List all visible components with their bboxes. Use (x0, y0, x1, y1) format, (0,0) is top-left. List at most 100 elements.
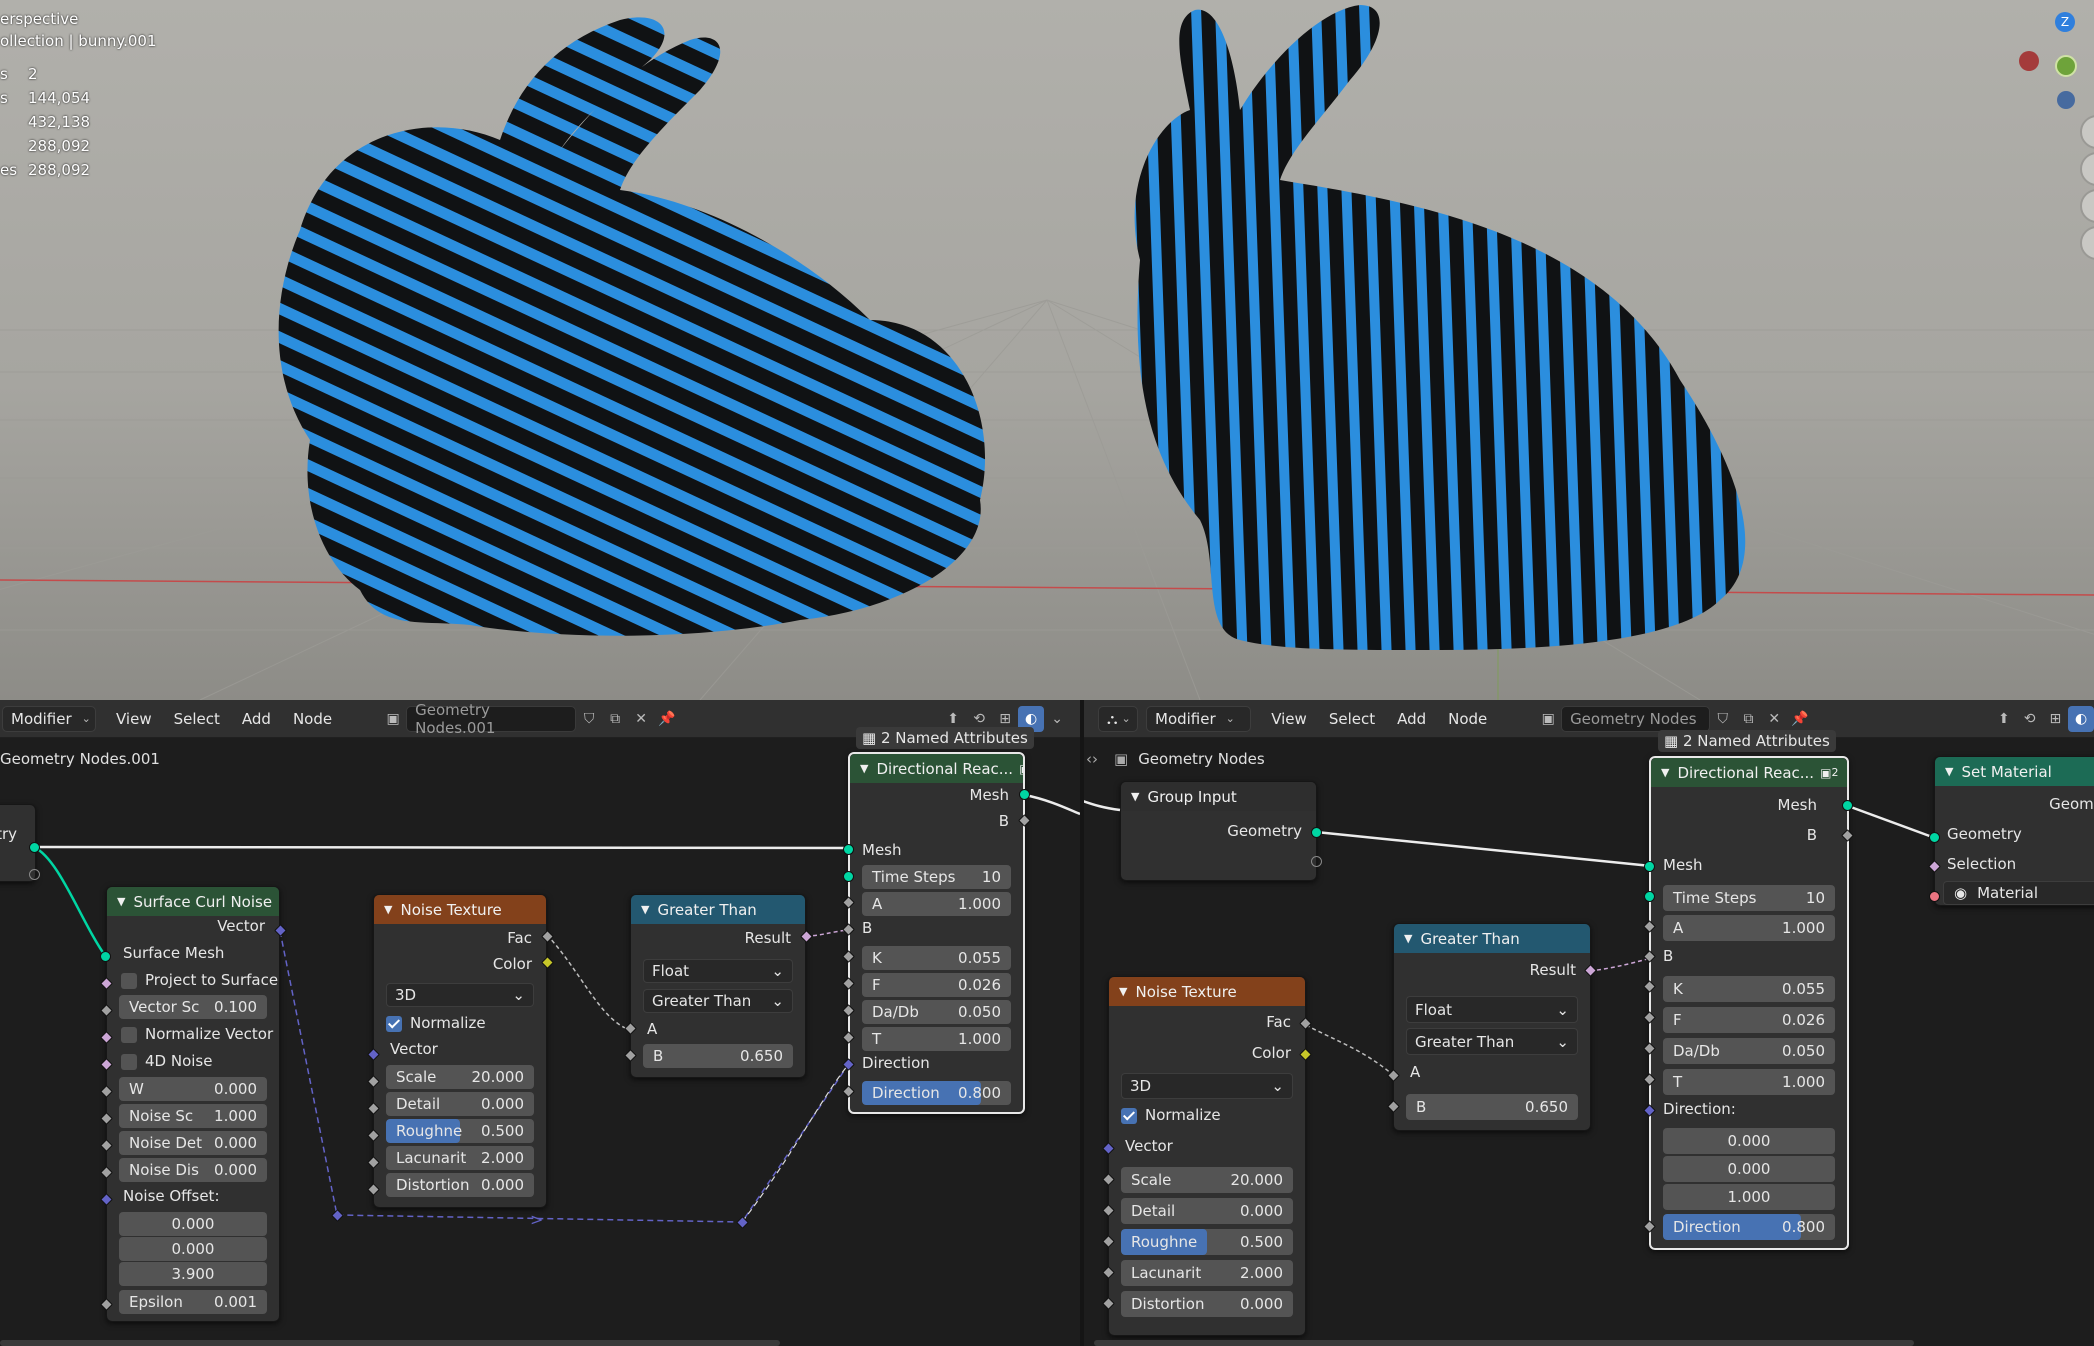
directional-reaction-node[interactable]: ▼Directional Reac...▣2 Mesh B Mesh Time … (1649, 756, 1849, 1250)
distortion-field[interactable]: Distortion 0.000 (1121, 1291, 1293, 1317)
menu-select[interactable]: Select (1329, 710, 1375, 728)
detail-field[interactable]: Detail 0.000 (386, 1092, 534, 1116)
k-field[interactable]: K 0.055 (1663, 976, 1835, 1002)
greater-than-node[interactable]: ▼ Greater Than Result Float ⌄ Greater Than… (630, 894, 806, 1078)
surface-mesh-socket[interactable] (100, 951, 111, 962)
detail-field[interactable]: Detail 0.000 (1121, 1198, 1293, 1224)
link-icon[interactable]: ⟲ (2017, 706, 2043, 732)
node-tree-icon[interactable]: ▣ (380, 706, 406, 732)
lacunarity-field[interactable]: Lacunarit 2.000 (386, 1146, 534, 1170)
dadb-field[interactable]: Da/Db 0.050 (1663, 1038, 1835, 1064)
surface-curl-noise-node[interactable]: ▼ Surface Curl Noise Vector Surface Mesh … (106, 886, 280, 1322)
dimensions-dropdown[interactable]: 3D ⌄ (386, 983, 534, 1007)
fake-user-icon[interactable]: ⛉ (1710, 706, 1736, 732)
normalize-checkbox[interactable] (386, 1015, 402, 1032)
offset-y-field[interactable]: 0.000 (119, 1237, 267, 1261)
directional-reaction-node[interactable]: ▼Directional Reac...▣2 Mesh B Mesh Time … (848, 752, 1025, 1114)
roughness-field[interactable]: Roughne 0.500 (1121, 1229, 1293, 1255)
menu-add[interactable]: Add (1397, 710, 1426, 728)
node-header[interactable]: ▼ Noise Texture (374, 895, 546, 924)
offset-x-field[interactable]: 0.000 (119, 1212, 267, 1236)
duplicate-icon[interactable]: ⧉ (602, 706, 628, 732)
greater-than-node[interactable]: ▼ Greater Than Result Float ⌄ Greater Than… (1393, 923, 1591, 1131)
roughness-field[interactable]: Roughne 0.500 (386, 1119, 534, 1143)
noise-distortion-field[interactable]: Noise Dis 0.000 (119, 1158, 267, 1182)
scale-field[interactable]: Scale 20.000 (1121, 1167, 1293, 1193)
time-steps-field[interactable]: Time Steps 10 (862, 865, 1011, 889)
mesh-output-socket[interactable] (1842, 800, 1853, 811)
z-neg-axis-icon[interactable] (2057, 91, 2075, 109)
node-header[interactable]: ▼ Directional Reac... ▣2 (1651, 758, 1847, 787)
normalize-checkbox-row[interactable]: Normalize (386, 1014, 486, 1032)
dimensions-dropdown[interactable]: 3D ⌄ (1121, 1073, 1293, 1099)
pin-icon[interactable]: 📌 (654, 706, 680, 732)
duplicate-icon[interactable]: ⧉ (1736, 706, 1762, 732)
distortion-field[interactable]: Distortion 0.000 (386, 1173, 534, 1197)
horizontal-scrollbar[interactable] (1094, 1340, 1914, 1346)
normalize-checkbox[interactable] (121, 1026, 137, 1043)
node-header[interactable]: ▼ Set Material (1935, 757, 2094, 786)
mesh-input-socket[interactable] (843, 844, 854, 855)
mesh-input-socket[interactable] (1644, 861, 1655, 872)
node-header[interactable]: ▼ Noise Texture (1109, 977, 1305, 1006)
menu-node[interactable]: Node (293, 710, 332, 728)
empty-socket[interactable] (29, 869, 40, 880)
operation-dropdown[interactable]: Greater Than ⌄ (1406, 1028, 1578, 1055)
a-field[interactable]: A 1.000 (1663, 915, 1835, 941)
snap-icon[interactable]: ⊞ (2042, 706, 2068, 732)
collapse-icon[interactable]: ▼ (384, 903, 392, 916)
offset-z-field[interactable]: 3.900 (119, 1262, 267, 1286)
time-steps-field[interactable]: Time Steps 10 (1663, 885, 1835, 911)
menu-view[interactable]: View (116, 710, 152, 728)
noise4d-checkbox[interactable] (121, 1053, 137, 1070)
operation-dropdown[interactable]: Greater Than ⌄ (643, 989, 793, 1013)
data-type-dropdown[interactable]: Float ⌄ (643, 959, 793, 983)
t-field[interactable]: T 1.000 (1663, 1069, 1835, 1095)
noise-detail-field[interactable]: Noise Det 0.000 (119, 1131, 267, 1155)
bunny-left[interactable] (278, 17, 986, 636)
noise-scale-field[interactable]: Noise Sc 1.000 (119, 1104, 267, 1128)
parent-icon[interactable]: ⬆ (1991, 706, 2017, 732)
geometry-input-socket[interactable] (1929, 832, 1940, 843)
k-field[interactable]: K 0.055 (862, 946, 1011, 970)
f-field[interactable]: F 0.026 (862, 973, 1011, 997)
dadb-field[interactable]: Da/Db 0.050 (862, 1000, 1011, 1024)
scale-field[interactable]: Scale 20.000 (386, 1065, 534, 1089)
node-tree-field[interactable]: Geometry Nodes.001 (406, 701, 577, 737)
b-field[interactable]: B 0.650 (643, 1044, 793, 1068)
reroute-socket[interactable] (736, 1216, 749, 1229)
fake-user-icon[interactable]: ⛉ (576, 706, 602, 732)
close-icon[interactable]: ✕ (1761, 706, 1787, 732)
collapse-icon[interactable]: ▼ (1131, 790, 1139, 803)
mode-dropdown[interactable]: Modifier ⌄ (2, 705, 96, 732)
node-editor-left[interactable]: Modifier ⌄ View Select Add Node ▣ Geometr… (0, 700, 1080, 1346)
collapse-icon[interactable]: ▼ (1119, 985, 1127, 998)
mesh-output-socket[interactable] (1019, 789, 1030, 800)
epsilon-field[interactable]: Epsilon 0.001 (119, 1290, 267, 1314)
menu-select[interactable]: Select (174, 710, 220, 728)
empty-socket[interactable] (1311, 856, 1322, 867)
collapse-icon[interactable]: ▼ (1404, 932, 1412, 945)
pin-icon[interactable]: 📌 (1787, 706, 1813, 732)
mode-dropdown[interactable]: Modifier ⌄ (1146, 705, 1252, 732)
bunny-right[interactable] (1134, 5, 1746, 650)
node-tree-field[interactable]: Geometry Nodes (1561, 705, 1710, 732)
overlay-icon[interactable]: ◐ (2068, 705, 2094, 732)
chevron-down-icon[interactable]: ⌄ (1044, 706, 1070, 732)
t-field[interactable]: T 1.000 (862, 1027, 1011, 1051)
time-steps-socket[interactable] (843, 871, 854, 882)
project-checkbox-row[interactable]: Project to Surface (121, 971, 278, 989)
project-checkbox[interactable] (121, 972, 137, 989)
data-type-dropdown[interactable]: Float ⌄ (1406, 996, 1578, 1023)
normalize-checkbox-row[interactable]: Normalize (1121, 1106, 1221, 1124)
node-header[interactable]: ▼ Greater Than (1394, 924, 1590, 953)
set-material-node[interactable]: ▼ Set Material Geome Geometry Selection ◉… (1934, 756, 2094, 906)
direction-z-field[interactable]: 1.000 (1663, 1184, 1835, 1210)
f-field[interactable]: F 0.026 (1663, 1007, 1835, 1033)
y-axis-icon[interactable] (2055, 55, 2077, 77)
vector-scale-field[interactable]: Vector Sc 0.100 (119, 995, 267, 1019)
a-field[interactable]: A 1.000 (862, 892, 1011, 916)
menu-add[interactable]: Add (242, 710, 271, 728)
material-field[interactable]: ◉ Material (1943, 881, 2094, 905)
horizontal-scrollbar[interactable] (0, 1340, 780, 1346)
